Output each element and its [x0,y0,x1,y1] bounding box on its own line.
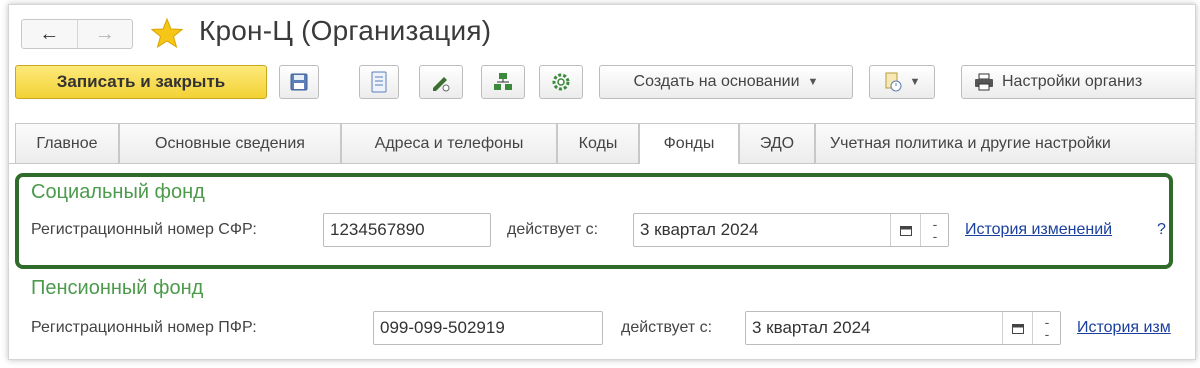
calendar-icon[interactable] [890,214,921,246]
pfr-valid-from-label: действует с: [621,319,713,336]
tree-structure-icon [494,73,512,90]
pfr-section-title: Пенсионный фонд [31,277,204,299]
pfr-reg-number-label: Регистрационный номер ПФР: [31,319,257,336]
sfr-reg-number-label: Регистрационный номер СФР: [31,221,257,238]
document-clock-icon [885,72,902,92]
pfr-period-value: 3 квартал 2024 [752,318,871,337]
document-list-button[interactable] [359,65,399,99]
tab-basic-info[interactable]: Основные сведения [119,123,341,163]
forward-button[interactable]: → [76,20,133,48]
organization-settings-button[interactable]: Настройки организ [961,65,1195,99]
sfr-valid-from-label: действует с: [507,221,599,238]
print-menu-button[interactable]: ▼ [869,65,935,99]
favorite-star-icon[interactable] [151,17,183,49]
nav-buttons: ← → [21,19,133,49]
toolbar: Записать и закрыть Создать на основании … [9,65,1195,105]
sfr-period-picker[interactable]: 3 квартал 2024 - - [633,213,949,247]
edit-signature-button[interactable] [419,65,463,99]
printer-icon [975,73,993,91]
spin-down-icon[interactable]: - [1045,327,1050,341]
sfr-period-value: 3 квартал 2024 [640,220,759,239]
organization-settings-label: Настройки организ [1002,73,1143,90]
tab-funds[interactable]: Фонды [639,123,739,164]
chevron-down-icon: ▼ [807,76,819,88]
tab-addresses-phones[interactable]: Адреса и телефоны [341,123,557,163]
pfr-reg-number-input[interactable]: 099-099-502919 [373,311,603,345]
pfr-period-picker[interactable]: 3 квартал 2024 - - [745,311,1061,345]
save-and-close-button[interactable]: Записать и закрыть [15,65,267,99]
tab-bar: Главное Основные сведения Адреса и телеф… [9,123,1195,164]
chevron-down-icon: ▼ [909,76,921,88]
back-button[interactable]: ← [22,20,77,48]
spin-down-icon[interactable]: - [933,229,938,243]
tab-main[interactable]: Главное [15,123,119,163]
pfr-history-link[interactable]: История изм [1077,319,1171,337]
sfr-section-title: Социальный фонд [31,181,205,203]
page-title: Крон-Ц (Организация) [199,15,492,46]
document-icon [371,71,387,93]
period-spinner[interactable]: - - [920,214,949,246]
title-bar: ← → Крон-Ц (Организация) [9,5,1195,59]
tab-accounting-policy[interactable]: Учетная политика и другие настройки [815,123,1195,163]
form-window: ← → Крон-Ц (Организация) Записать и закр… [8,4,1196,360]
gear-icon [552,73,570,91]
pen-icon [433,77,450,92]
sfr-history-link[interactable]: История изменений [965,221,1112,239]
create-based-on-label: Создать на основании [633,73,800,90]
sfr-reg-number-input[interactable]: 1234567890 [323,213,491,247]
save-button[interactable] [279,65,319,99]
tab-codes[interactable]: Коды [557,123,639,163]
structure-button[interactable] [481,65,525,99]
help-icon[interactable]: ? [1157,221,1166,239]
calendar-icon[interactable] [1002,312,1033,344]
settings-gear-button[interactable] [539,65,583,99]
period-spinner[interactable]: - - [1032,312,1061,344]
floppy-disk-icon [290,73,308,91]
tab-edo[interactable]: ЭДО [739,123,815,163]
create-based-on-button[interactable]: Создать на основании ▼ [599,65,853,99]
